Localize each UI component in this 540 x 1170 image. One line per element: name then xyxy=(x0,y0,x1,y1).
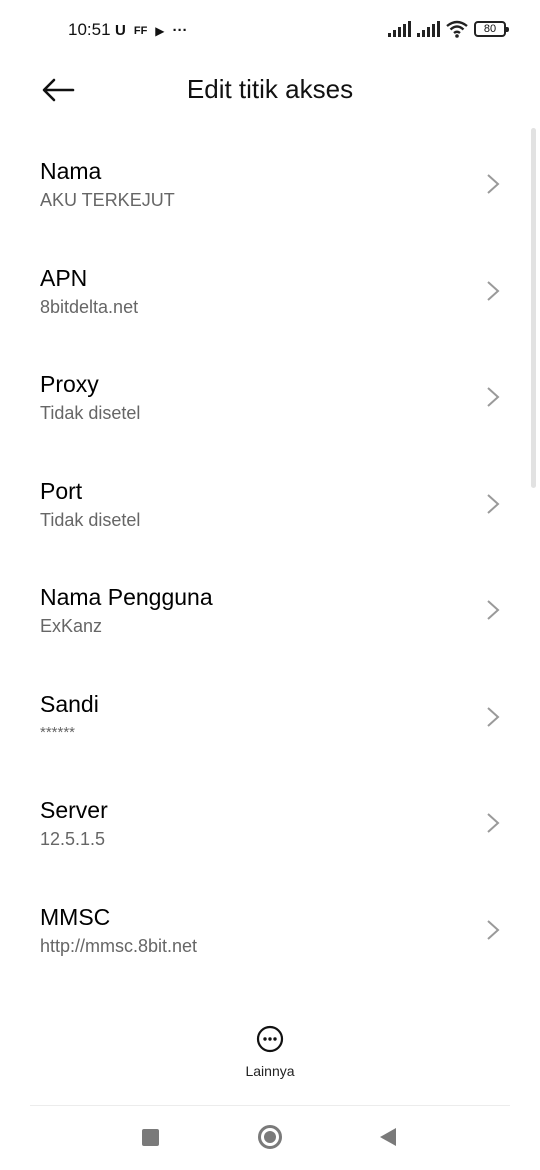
more-options[interactable]: Lainnya xyxy=(0,1024,540,1079)
item-label: MMSC xyxy=(40,903,111,930)
app-header: Edit titik akses xyxy=(0,62,540,118)
more-options-label: Lainnya xyxy=(245,1063,295,1079)
chevron-right-icon xyxy=(487,174,500,194)
battery-icon: 80 xyxy=(474,21,509,37)
chevron-right-icon xyxy=(487,706,500,727)
notification-ff-icon: FF xyxy=(133,25,148,37)
chevron-right-icon xyxy=(487,919,500,940)
more-options-icon[interactable] xyxy=(255,1024,285,1054)
page-title: Edit titik akses xyxy=(186,74,354,104)
signal-icon-2 xyxy=(417,21,440,37)
status-bar: 10:51 U FF ▶ ··· 80 xyxy=(0,0,540,62)
item-value: 12.5.1.5 xyxy=(40,829,106,849)
status-time: 10:51 xyxy=(68,20,111,39)
home-icon[interactable] xyxy=(258,1125,282,1149)
play-store-icon: ▶ xyxy=(155,24,165,38)
system-navigation-bar xyxy=(0,1112,540,1170)
chevron-right-icon xyxy=(487,280,500,301)
item-value: ****** xyxy=(40,723,76,741)
more-notifications-icon: ··· xyxy=(172,22,188,39)
list-item-server[interactable]: Server 12.5.1.5 xyxy=(0,779,540,886)
recent-apps-icon[interactable] xyxy=(142,1129,159,1146)
nav-back-icon[interactable] xyxy=(380,1128,396,1146)
item-value: Tidak disetel xyxy=(40,403,141,423)
item-label: Sandi xyxy=(40,690,99,717)
list-item-port[interactable]: Port Tidak disetel xyxy=(0,460,540,567)
list-item-mmsc[interactable]: MMSC http://mmsc.8bit.net xyxy=(0,886,540,993)
chevron-right-icon xyxy=(487,600,500,620)
chevron-right-icon xyxy=(487,387,500,407)
battery-level: 80 xyxy=(483,23,497,35)
item-value: 8bitdelta.net xyxy=(40,296,139,317)
item-label: APN xyxy=(40,264,88,291)
item-label: Nama Pengguna xyxy=(40,584,213,610)
item-label: Proxy xyxy=(40,371,99,397)
list-item-apn[interactable]: APN 8bitdelta.net xyxy=(0,247,540,354)
item-value: http://mmsc.8bit.net xyxy=(40,935,198,956)
item-label: Server xyxy=(40,797,108,823)
bottom-divider xyxy=(30,1105,510,1106)
chevron-right-icon xyxy=(487,813,500,833)
signal-icon xyxy=(388,21,411,37)
list-item-proxy[interactable]: Proxy Tidak disetel xyxy=(0,353,540,460)
item-value: AKU TERKEJUT xyxy=(40,190,175,210)
list-item-nama-pengguna[interactable]: Nama Pengguna ExKanz xyxy=(0,566,540,673)
notification-u-icon: U xyxy=(115,22,126,39)
apn-settings-list: Nama AKU TERKEJUT APN 8bitdelta.net Prox… xyxy=(0,140,540,992)
system-status-icons: 80 xyxy=(388,20,509,38)
list-item-sandi[interactable]: Sandi ****** xyxy=(0,673,540,780)
item-value: Tidak disetel xyxy=(40,509,141,530)
list-item-nama[interactable]: Nama AKU TERKEJUT xyxy=(0,140,540,247)
item-label: Nama xyxy=(40,158,102,184)
notification-icons: U FF ▶ ··· xyxy=(115,21,188,41)
wifi-icon xyxy=(446,20,468,38)
chevron-right-icon xyxy=(487,493,500,514)
item-label: Port xyxy=(40,477,83,504)
item-value: ExKanz xyxy=(40,616,103,636)
